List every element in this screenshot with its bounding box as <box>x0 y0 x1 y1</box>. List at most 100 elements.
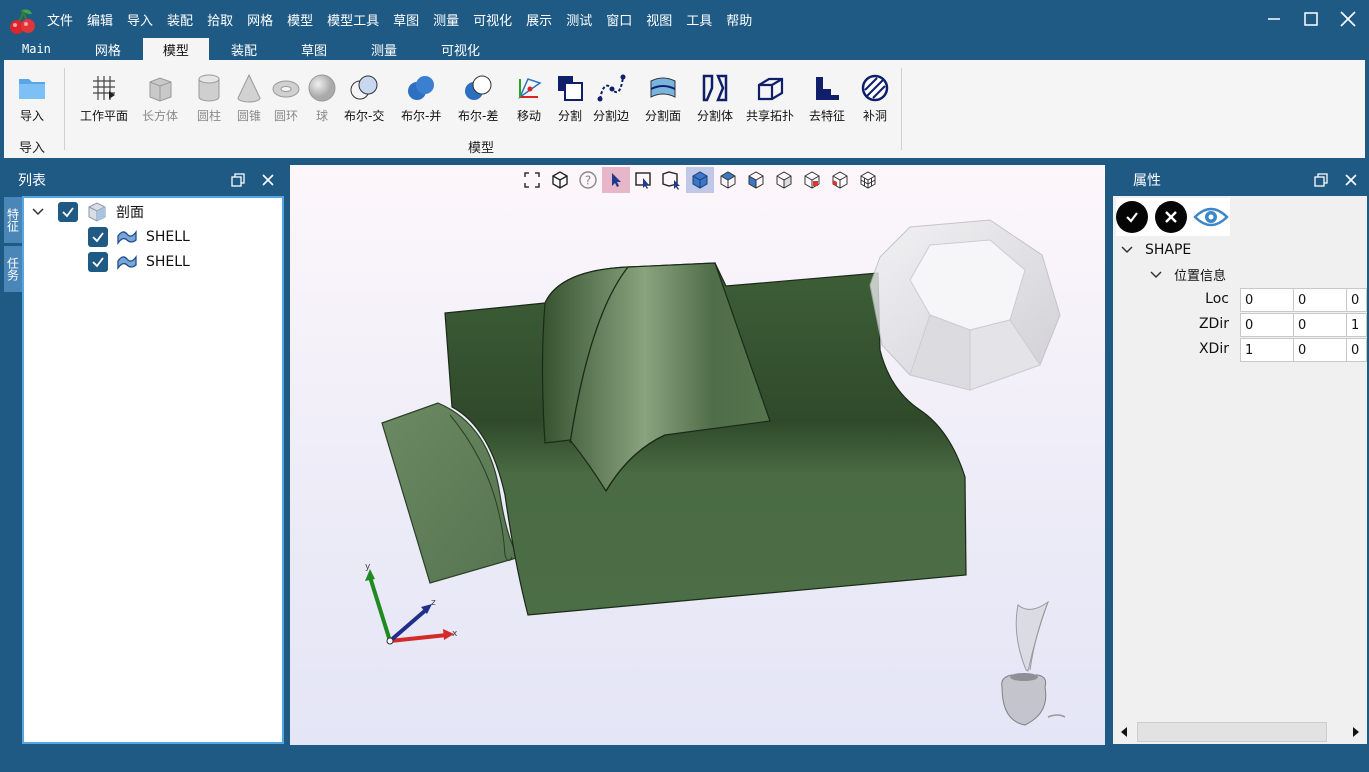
checkmark-icon <box>92 232 104 243</box>
workplane-button[interactable]: 工作平面 <box>80 72 128 124</box>
xdir-x-field[interactable]: 1 <box>1240 338 1294 362</box>
chevron-down-icon[interactable] <box>30 204 46 220</box>
tab-visualize[interactable]: 可视化 <box>419 38 502 60</box>
menu-pick[interactable]: 拾取 <box>200 10 240 29</box>
menu-display[interactable]: 展示 <box>519 10 559 29</box>
tab-sketch[interactable]: 草图 <box>279 38 349 60</box>
box-button[interactable]: 长方体 <box>142 72 178 124</box>
menu-model-tools[interactable]: 模型工具 <box>320 10 386 29</box>
checkmark-icon <box>92 257 104 268</box>
cancel-button[interactable] <box>1155 201 1187 233</box>
menu-model[interactable]: 模型 <box>280 10 320 29</box>
tab-mesh[interactable]: 网格 <box>73 38 143 60</box>
menu-view[interactable]: 视图 <box>639 10 679 29</box>
fill-hole-icon <box>861 74 889 102</box>
shell-surface-icon <box>117 254 137 271</box>
location-subsection[interactable]: 位置信息 <box>1148 262 1226 287</box>
app-window: 文件 编辑 导入 装配 拾取 网格 模型 模型工具 草图 测量 可视化 展示 测… <box>0 0 1369 772</box>
float-panel-icon[interactable] <box>230 172 246 188</box>
close-window-button[interactable] <box>1330 4 1366 34</box>
cone-button[interactable]: 圆锥 <box>233 72 265 124</box>
ribbon-separator <box>64 68 65 150</box>
minimize-button[interactable] <box>1256 4 1292 34</box>
cylinder-button[interactable]: 圆柱 <box>193 72 225 124</box>
apply-button[interactable] <box>1116 201 1148 233</box>
ribbon-tabs: Main 网格 模型 装配 草图 测量 可视化 <box>0 38 1369 60</box>
menu-window[interactable]: 窗口 <box>599 10 639 29</box>
box-icon <box>149 77 172 102</box>
maximize-button[interactable] <box>1293 4 1329 34</box>
translucent-polyhedron <box>869 219 1061 391</box>
visibility-button[interactable] <box>1193 201 1229 233</box>
zdir-z-field[interactable]: 1 <box>1346 313 1367 337</box>
split-edge-button[interactable]: 分割边 <box>593 72 629 124</box>
tab-main[interactable]: Main <box>0 38 73 60</box>
xdir-y-field[interactable]: 0 <box>1293 338 1347 362</box>
side-tabs: 特征 任务 <box>4 197 22 297</box>
remove-feature-icon <box>816 77 839 100</box>
tree-checkbox[interactable] <box>88 227 108 247</box>
boolean-union-button[interactable]: 布尔-并 <box>401 72 441 124</box>
axis-label-z: z <box>431 598 436 608</box>
shape-section-label: SHAPE <box>1145 241 1192 258</box>
tree-row-root[interactable]: 剖面 <box>30 200 144 224</box>
close-panel-icon[interactable] <box>1343 172 1359 188</box>
menu-visualize[interactable]: 可视化 <box>466 10 519 29</box>
float-panel-icon[interactable] <box>1313 172 1329 188</box>
cone-icon <box>237 73 261 103</box>
properties-horizontal-scrollbar[interactable] <box>1113 720 1367 744</box>
menu-sketch[interactable]: 草图 <box>386 10 426 29</box>
zdir-x-field[interactable]: 0 <box>1240 313 1294 337</box>
shape-section[interactable]: SHAPE <box>1119 237 1191 262</box>
menu-measure[interactable]: 测量 <box>426 10 466 29</box>
3d-viewport[interactable]: ? y x z <box>290 165 1105 745</box>
tree-row-shell[interactable]: SHELL <box>88 225 190 249</box>
tab-measure[interactable]: 测量 <box>349 38 419 60</box>
boolean-subtract-button[interactable]: 布尔-差 <box>458 72 498 124</box>
tab-model[interactable]: 模型 <box>142 38 209 60</box>
x-icon <box>1165 211 1177 223</box>
split-edge-icon <box>597 74 626 102</box>
move-button[interactable]: 移动 <box>513 72 545 124</box>
menu-mesh[interactable]: 网格 <box>240 10 280 29</box>
loc-x-field[interactable]: 0 <box>1240 288 1294 312</box>
zdir-y-field[interactable]: 0 <box>1293 313 1347 337</box>
sphere-button[interactable]: 球 <box>306 72 338 124</box>
menu-test[interactable]: 测试 <box>559 10 599 29</box>
scroll-thumb[interactable] <box>1137 722 1327 742</box>
loc-y-field[interactable]: 0 <box>1293 288 1347 312</box>
xdir-z-field[interactable]: 0 <box>1346 338 1367 362</box>
torus-button[interactable]: 圆环 <box>270 72 302 124</box>
split-button[interactable]: 分割 <box>554 72 586 124</box>
tree-checkbox[interactable] <box>88 252 108 272</box>
menu-help[interactable]: 帮助 <box>719 10 759 29</box>
eye-icon <box>1193 207 1229 227</box>
scroll-right-icon[interactable] <box>1349 725 1363 739</box>
split-body-button[interactable]: 分割体 <box>697 72 733 124</box>
tree-label-shell: SHELL <box>146 254 190 270</box>
side-tab-task[interactable]: 任务 <box>4 246 22 292</box>
tab-assembly[interactable]: 装配 <box>209 38 279 60</box>
tree-checkbox[interactable] <box>58 202 78 222</box>
chevron-down-icon <box>1150 270 1162 278</box>
menu-assembly[interactable]: 装配 <box>160 10 200 29</box>
scroll-left-icon[interactable] <box>1117 725 1131 739</box>
menu-import[interactable]: 导入 <box>120 10 160 29</box>
close-panel-icon[interactable] <box>260 172 276 188</box>
menu-file[interactable]: 文件 <box>40 10 80 29</box>
loc-z-field[interactable]: 0 <box>1346 288 1367 312</box>
menu-edit[interactable]: 编辑 <box>80 10 120 29</box>
fill-hole-button[interactable]: 补洞 <box>859 72 891 124</box>
move-axes-icon <box>518 78 542 100</box>
shared-topology-button[interactable]: 共享拓扑 <box>746 72 794 124</box>
check-icon <box>1126 212 1138 223</box>
tree-row-shell[interactable]: SHELL <box>88 250 190 274</box>
import-button[interactable]: 导入 <box>16 72 48 124</box>
side-tab-feature[interactable]: 特征 <box>4 197 22 243</box>
split-face-button[interactable]: 分割面 <box>645 72 681 124</box>
menu-tools[interactable]: 工具 <box>679 10 719 29</box>
boolean-intersect-button[interactable]: 布尔-交 <box>344 72 384 124</box>
chevron-down-icon <box>1121 245 1133 253</box>
remove-feature-button[interactable]: 去特征 <box>809 72 845 124</box>
list-panel-title: 列表 <box>18 173 46 189</box>
